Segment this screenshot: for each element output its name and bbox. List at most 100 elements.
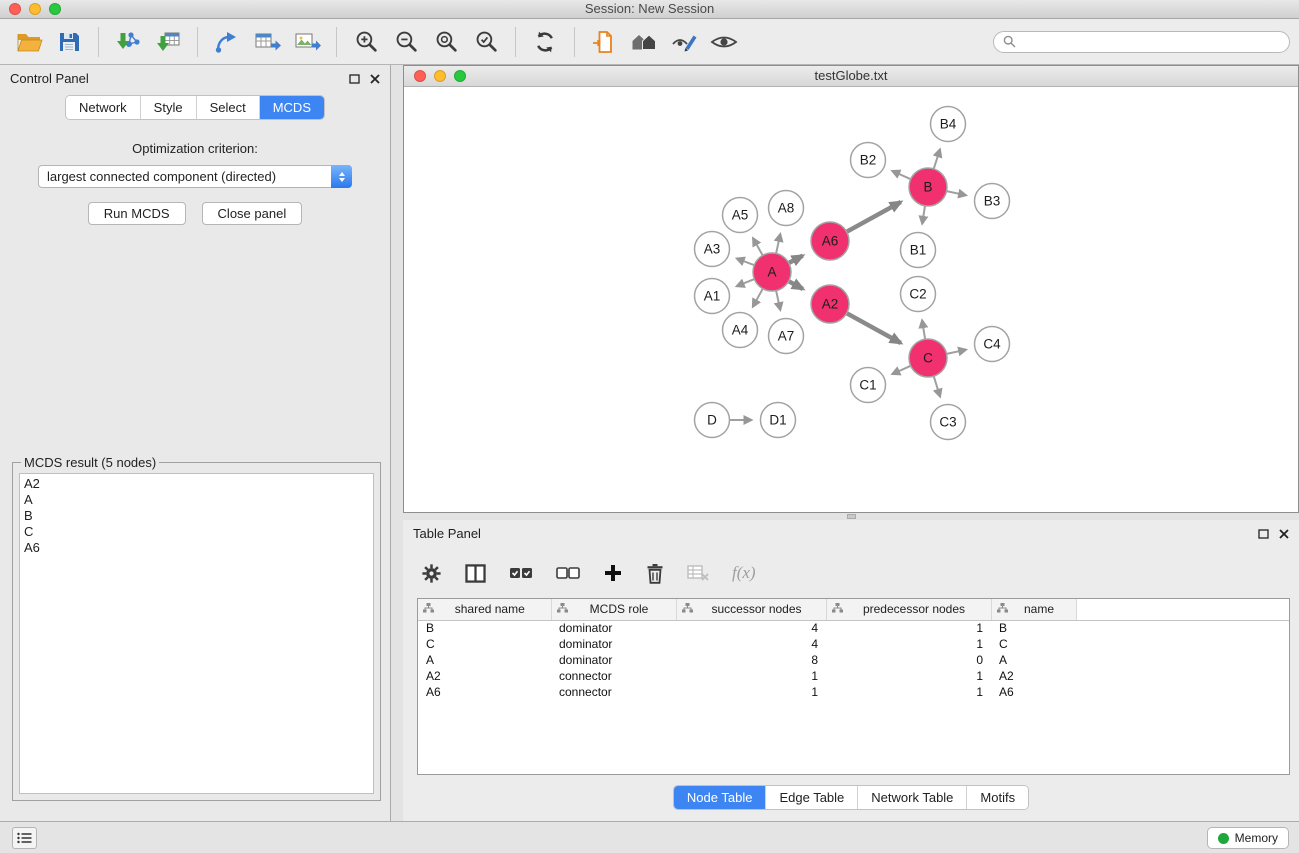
graph-edge-B-B2[interactable]: [892, 171, 911, 179]
table-cell[interactable]: dominator: [551, 636, 676, 652]
network-window-titlebar[interactable]: testGlobe.txt: [404, 66, 1298, 87]
table-cell[interactable]: A2: [991, 668, 1076, 684]
control-panel-tab-style[interactable]: Style: [141, 96, 197, 119]
table-tab-network-table[interactable]: Network Table: [858, 786, 967, 809]
mcds-result-list[interactable]: A2ABCA6: [19, 473, 374, 794]
graph-node-A2[interactable]: A2: [811, 285, 849, 323]
table-cell[interactable]: 1: [676, 668, 826, 684]
graph-node-A4[interactable]: A4: [723, 313, 758, 348]
delete-table-button[interactable]: [687, 565, 709, 581]
table-options-button[interactable]: [421, 563, 442, 584]
function-builder-button[interactable]: f(x): [732, 563, 756, 583]
graph-node-A8[interactable]: A8: [769, 191, 804, 226]
table-cell[interactable]: connector: [551, 668, 676, 684]
table-row[interactable]: A6connector11A6: [418, 684, 1289, 700]
graph-edge-B-B4[interactable]: [934, 149, 940, 169]
table-cell[interactable]: 1: [826, 620, 991, 636]
export-network-button[interactable]: [211, 24, 243, 60]
graph-node-A6[interactable]: A6: [811, 222, 849, 260]
graph-node-D[interactable]: D: [695, 403, 730, 438]
table-cell[interactable]: dominator: [551, 652, 676, 668]
delete-column-button[interactable]: [646, 563, 664, 584]
graph-edge-A-A3[interactable]: [737, 259, 755, 266]
network-zoom-button[interactable]: [454, 70, 466, 82]
splitter-handle-icon[interactable]: [847, 514, 856, 519]
graph-node-A1[interactable]: A1: [695, 279, 730, 314]
control-panel-tab-network[interactable]: Network: [66, 96, 141, 119]
graph-edge-A-A5[interactable]: [753, 238, 763, 255]
graph-node-C[interactable]: C: [909, 339, 947, 377]
search-field[interactable]: [993, 31, 1290, 53]
graph-edge-A-A8[interactable]: [776, 234, 780, 254]
graph-edge-C-C2[interactable]: [922, 320, 925, 339]
column-header-MCDS-role[interactable]: MCDS role: [551, 599, 676, 620]
table-cell[interactable]: A: [418, 652, 551, 668]
graph-edge-A2-C[interactable]: [847, 313, 901, 343]
float-panel-icon[interactable]: [349, 74, 360, 84]
column-header-shared-name[interactable]: shared name: [418, 599, 551, 620]
table-row[interactable]: Cdominator41C: [418, 636, 1289, 652]
table-row[interactable]: Adominator80A: [418, 652, 1289, 668]
close-panel-icon[interactable]: [1279, 529, 1289, 539]
create-column-button[interactable]: [603, 563, 623, 583]
graph-node-C1[interactable]: C1: [851, 368, 886, 403]
table-cell[interactable]: C: [991, 636, 1076, 652]
graph-node-B4[interactable]: B4: [931, 107, 966, 142]
table-tab-node-table[interactable]: Node Table: [674, 786, 767, 809]
show-graphics-details-button[interactable]: [708, 24, 740, 60]
deselect-all-button[interactable]: [556, 566, 580, 580]
table-tab-motifs[interactable]: Motifs: [967, 786, 1028, 809]
open-report-button[interactable]: [588, 24, 620, 60]
zoom-window-button[interactable]: [49, 3, 61, 15]
zoom-selected-button[interactable]: [470, 24, 502, 60]
table-cell[interactable]: 8: [676, 652, 826, 668]
show-columns-button[interactable]: [465, 564, 486, 583]
export-image-button[interactable]: [291, 24, 323, 60]
table-cell[interactable]: A6: [418, 684, 551, 700]
apply-layout-button[interactable]: [529, 24, 561, 60]
table-row[interactable]: A2connector11A2: [418, 668, 1289, 684]
table-cell[interactable]: B: [991, 620, 1076, 636]
graph-edge-B-B1[interactable]: [922, 206, 925, 224]
graph-edge-B-B3[interactable]: [947, 191, 967, 195]
zoom-in-button[interactable]: [350, 24, 382, 60]
graph-edge-A-A7[interactable]: [776, 291, 780, 311]
column-header-name[interactable]: name: [991, 599, 1076, 620]
table-cell[interactable]: 1: [826, 684, 991, 700]
control-panel-tab-select[interactable]: Select: [197, 96, 260, 119]
network-canvas[interactable]: B4B2BB3A5A8A6A3AB1A1A2C2A4A7C4CC1C3DD1: [404, 88, 1298, 512]
show-panels-button[interactable]: [12, 827, 37, 849]
table-cell[interactable]: 4: [676, 636, 826, 652]
graph-node-C3[interactable]: C3: [931, 405, 966, 440]
minimize-window-button[interactable]: [29, 3, 41, 15]
panel-splitter[interactable]: [403, 513, 1299, 520]
table-cell[interactable]: dominator: [551, 620, 676, 636]
import-table-button[interactable]: [152, 24, 184, 60]
table-cell[interactable]: B: [418, 620, 551, 636]
open-session-button[interactable]: [13, 24, 45, 60]
control-panel-tab-mcds[interactable]: MCDS: [260, 96, 324, 119]
table-cell[interactable]: 1: [826, 636, 991, 652]
export-table-button[interactable]: [251, 24, 283, 60]
save-session-button[interactable]: [53, 24, 85, 60]
run-mcds-button[interactable]: Run MCDS: [88, 202, 186, 225]
import-network-button[interactable]: [112, 24, 144, 60]
close-panel-icon[interactable]: [370, 74, 380, 84]
graph-edge-A6-B[interactable]: [847, 202, 901, 232]
table-cell[interactable]: A: [991, 652, 1076, 668]
graph-edge-A-A6[interactable]: [789, 256, 803, 263]
criterion-dropdown[interactable]: largest connected component (directed): [38, 165, 352, 188]
table-cell[interactable]: A2: [418, 668, 551, 684]
graph-edge-C-C1[interactable]: [892, 366, 911, 374]
mcds-result-item[interactable]: B: [24, 508, 369, 524]
table-cell[interactable]: C: [418, 636, 551, 652]
graph-node-A[interactable]: A: [753, 253, 791, 291]
table-cell[interactable]: 1: [676, 684, 826, 700]
graph-node-B1[interactable]: B1: [901, 233, 936, 268]
graph-edge-A-A2[interactable]: [789, 281, 803, 289]
graph-edge-A-A4[interactable]: [753, 289, 763, 307]
graph-node-A7[interactable]: A7: [769, 319, 804, 354]
home-button[interactable]: [628, 24, 660, 60]
graph-node-B3[interactable]: B3: [975, 184, 1010, 219]
table-cell[interactable]: 0: [826, 652, 991, 668]
